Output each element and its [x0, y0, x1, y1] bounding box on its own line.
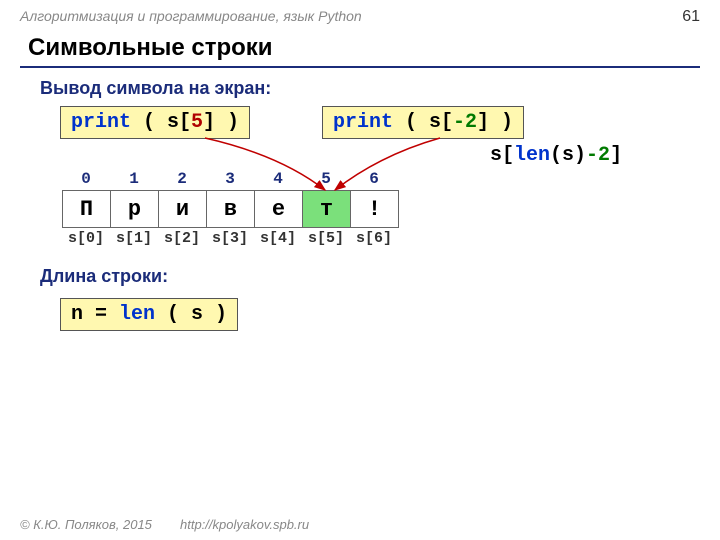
- index-expr: s[0]: [62, 230, 110, 247]
- char-cell: !: [351, 191, 398, 227]
- bottom-indices: s[0]s[1]s[2]s[3]s[4]s[5]s[6]: [62, 230, 398, 247]
- page-number: 61: [682, 8, 700, 26]
- index-label: 4: [254, 170, 302, 188]
- index-label: 1: [110, 170, 158, 188]
- index-label: 0: [62, 170, 110, 188]
- footer-url: http://kpolyakov.spb.ru: [180, 517, 309, 532]
- index-label: 3: [206, 170, 254, 188]
- code-text: (s): [550, 144, 586, 167]
- page-title: Символьные строки: [28, 34, 273, 62]
- subtitle-output: Вывод символа на экран:: [40, 78, 271, 99]
- char-table: П р и в е т !: [62, 190, 399, 228]
- char-cell-highlight: т: [303, 191, 351, 227]
- char-cell: е: [255, 191, 303, 227]
- breadcrumb: Алгоритмизация и программирование, язык …: [20, 8, 362, 24]
- expr-len-minus: s[len(s)-2]: [490, 144, 622, 167]
- code-text: ( s[: [131, 111, 191, 134]
- code-text: n =: [71, 303, 119, 326]
- code-text: s[: [490, 144, 514, 167]
- code-print-positive: print ( s[5] ): [60, 106, 250, 139]
- footer-copyright: © К.Ю. Поляков, 2015: [20, 517, 152, 532]
- code-text: ] ): [203, 111, 239, 134]
- keyword-len: len: [514, 144, 550, 167]
- num-literal: -2: [586, 144, 610, 167]
- index-expr: s[5]: [302, 230, 350, 247]
- index-expr: s[1]: [110, 230, 158, 247]
- char-cell: и: [159, 191, 207, 227]
- keyword-print: print: [333, 111, 393, 134]
- index-literal: 5: [191, 111, 203, 134]
- index-expr: s[3]: [206, 230, 254, 247]
- code-text: ( s ): [155, 303, 227, 326]
- code-print-negative: print ( s[-2] ): [322, 106, 524, 139]
- code-text: ( s[: [393, 111, 453, 134]
- index-label: 5: [302, 170, 350, 188]
- code-text: ]: [610, 144, 622, 167]
- char-cell: П: [63, 191, 111, 227]
- code-text: ] ): [477, 111, 513, 134]
- index-literal: -2: [453, 111, 477, 134]
- title-underline: [20, 66, 700, 68]
- code-len: n = len ( s ): [60, 298, 238, 331]
- index-expr: s[6]: [350, 230, 398, 247]
- keyword-print: print: [71, 111, 131, 134]
- keyword-len: len: [119, 303, 155, 326]
- subtitle-length: Длина строки:: [40, 266, 168, 287]
- top-indices: 0123456: [62, 170, 398, 188]
- index-expr: s[2]: [158, 230, 206, 247]
- char-cell: в: [207, 191, 255, 227]
- index-expr: s[4]: [254, 230, 302, 247]
- index-label: 2: [158, 170, 206, 188]
- char-cell: р: [111, 191, 159, 227]
- index-label: 6: [350, 170, 398, 188]
